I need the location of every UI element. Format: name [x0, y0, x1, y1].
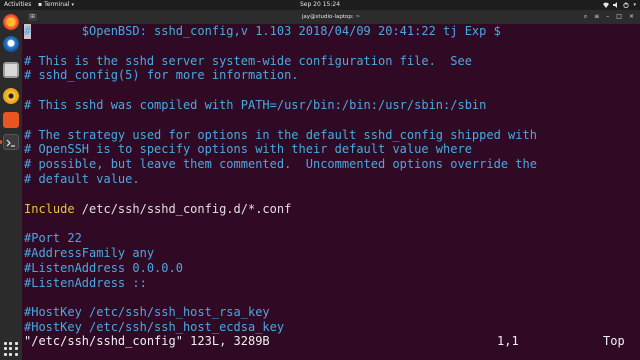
power-icon [623, 2, 630, 8]
file-line: #ListenAddress :: [24, 275, 147, 290]
menu-icon[interactable]: ≡ [594, 10, 599, 24]
terminal-prompt-icon [6, 139, 15, 147]
status-cursor-position: 1,1 [497, 334, 519, 348]
window-controls: ⌕ ≡ – □ × [584, 10, 634, 24]
file-line: #Port 22 [24, 231, 82, 246]
file-line: #HostKey /etc/ssh/ssh_host_ecdsa_key [24, 320, 285, 334]
rhythmbox-icon[interactable] [3, 88, 19, 104]
top-bar: Activities ▪ Terminal ▾ Sep 20 15:24 ▾ [0, 0, 640, 10]
system-tray[interactable]: ▾ [603, 0, 636, 10]
files-icon[interactable] [3, 62, 19, 78]
include-path: /etc/ssh/sshd_config.d/*.conf [74, 201, 292, 216]
firefox-icon[interactable] [3, 14, 19, 30]
minimize-icon[interactable]: – [606, 10, 609, 24]
close-icon[interactable]: × [629, 10, 634, 24]
file-line: #HostKey /etc/ssh/ssh_host_rsa_key [24, 305, 270, 320]
show-applications-button[interactable] [4, 342, 18, 356]
network-icon [603, 2, 610, 8]
software-center-icon[interactable] [3, 112, 19, 128]
chevron-down-icon: ▾ [633, 2, 636, 8]
file-line: # $OpenBSD: sshd_config,v 1.103 2018/04/… [24, 24, 501, 38]
terminal-icon[interactable] [3, 134, 19, 150]
file-line: # This sshd was compiled with PATH=/usr/… [24, 98, 487, 112]
file-line: #AddressFamily any [24, 246, 155, 260]
include-keyword: Include [24, 201, 75, 216]
file-line: # possible, but leave them commented. Un… [24, 157, 537, 172]
status-scroll-position: Top [603, 334, 625, 348]
file-line: # This is the sshd server system-wide co… [24, 53, 472, 68]
terminal-titlebar: ⊞ jay@studio-laptop: ~ ⌕ ≡ – □ × [22, 10, 640, 24]
file-line: # default value. [24, 172, 140, 186]
clock[interactable]: Sep 20 15:24 [0, 0, 640, 10]
terminal-body[interactable]: "/etc/ssh/sshd_config" 123L, 3289B 1,1 T… [22, 24, 640, 360]
status-file-info: "/etc/ssh/sshd_config" 123L, 3289B [24, 334, 270, 348]
file-line: # The strategy used for options in the d… [24, 127, 537, 142]
volume-icon [613, 2, 618, 8]
file-line: # sshd_config(5) for more information. [24, 68, 299, 83]
dock [0, 10, 22, 360]
window-title: jay@studio-laptop: ~ [301, 14, 361, 20]
search-icon[interactable]: ⌕ [584, 10, 587, 24]
file-line: #ListenAddress 0.0.0.0 [24, 260, 183, 275]
thunderbird-icon[interactable] [3, 36, 19, 52]
file-line: # OpenSSH is to specify options with the… [24, 142, 472, 157]
maximize-icon[interactable]: □ [616, 10, 622, 24]
active-indicator [0, 140, 2, 144]
file-line: Include /etc/ssh/sshd_config.d/*.conf [24, 202, 291, 217]
